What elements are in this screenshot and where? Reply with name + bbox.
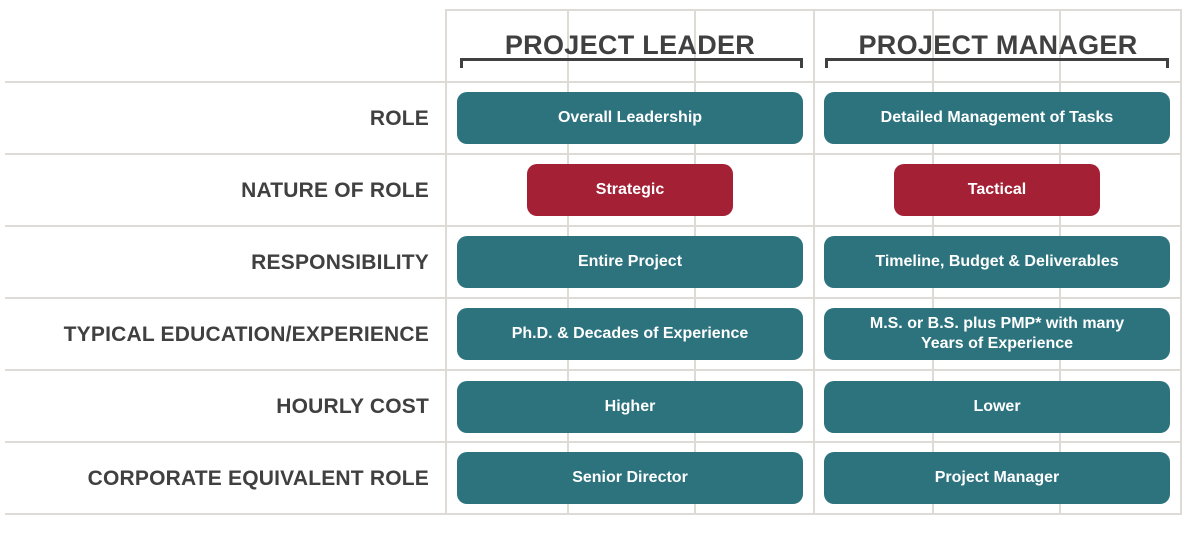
manager-role-cell: Detailed Management of Tasks <box>824 92 1170 144</box>
manager-responsibility-cell: Timeline, Budget & Deliverables <box>824 236 1170 288</box>
row-label-education-experience: TYPICAL EDUCATION/EXPERIENCE <box>63 323 429 346</box>
manager-corporate-role-cell: Project Manager <box>824 452 1170 504</box>
leader-education-cell: Ph.D. & Decades of Experience <box>457 308 803 360</box>
row-label-hourly-cost: HOURLY COST <box>276 395 429 418</box>
leader-nature-cell: Strategic <box>527 164 733 216</box>
bracket-icon <box>460 58 803 68</box>
column-title: PROJECT MANAGER <box>858 30 1138 60</box>
column-divider <box>445 9 447 515</box>
column-title: PROJECT LEADER <box>504 30 756 60</box>
row-label-role: ROLE <box>369 107 429 130</box>
bracket-icon <box>825 58 1169 68</box>
column-divider <box>813 9 815 515</box>
leader-corporate-role-cell: Senior Director <box>457 452 803 504</box>
row-label-nature-of-role: NATURE OF ROLE <box>241 179 429 202</box>
manager-education-cell: M.S. or B.S. plus PMP* with many Years o… <box>824 308 1170 360</box>
leader-responsibility-cell: Entire Project <box>457 236 803 288</box>
column-divider <box>1180 9 1182 515</box>
row-label-responsibility: RESPONSIBILITY <box>251 251 429 274</box>
row-label-corporate-equivalent-role: CORPORATE EQUIVALENT ROLE <box>87 467 429 490</box>
column-header-project-manager: PROJECT MANAGER <box>815 10 1181 82</box>
manager-hourly-cost-cell: Lower <box>824 381 1170 433</box>
column-header-project-leader: PROJECT LEADER <box>447 10 813 82</box>
leader-hourly-cost-cell: Higher <box>457 381 803 433</box>
manager-nature-cell: Tactical <box>894 164 1100 216</box>
leader-role-cell: Overall Leadership <box>457 92 803 144</box>
